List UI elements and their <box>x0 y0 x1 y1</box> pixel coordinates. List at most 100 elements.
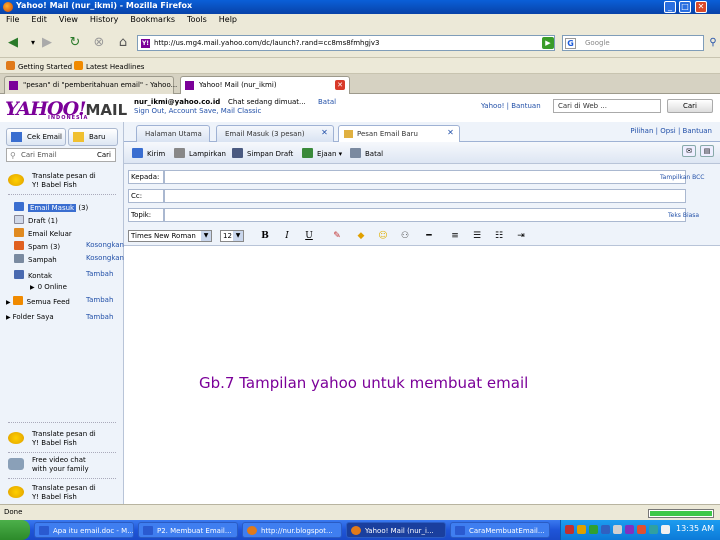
task-item-1[interactable]: Apa itu email.doc - M... <box>34 522 134 538</box>
close-tab-icon[interactable]: ✕ <box>446 129 455 138</box>
text-color-icon[interactable]: ✎ <box>330 230 344 243</box>
start-button[interactable] <box>0 520 30 540</box>
empty-trash-link[interactable]: Kosongkan <box>86 254 124 262</box>
tray-icon-9[interactable] <box>661 525 670 534</box>
check-mail-button[interactable]: Cek Email <box>6 128 66 146</box>
new-button[interactable]: Baru <box>68 128 118 146</box>
font-family-select[interactable]: Times New Roman ▼ <box>128 230 212 242</box>
tray-icon-8[interactable] <box>649 525 658 534</box>
web-search-input[interactable]: Cari di Web ... <box>553 99 661 113</box>
stationery-icon[interactable]: ⚇ <box>398 230 412 243</box>
close-tab-icon[interactable]: ✕ <box>335 80 345 90</box>
task-item-5[interactable]: CaraMembuatEmail... <box>450 522 550 538</box>
bullet-list-icon[interactable]: ☷ <box>492 230 506 243</box>
tab-inbox[interactable]: Email Masuk (3 pesan) ✕ <box>216 125 334 142</box>
font-size-select[interactable]: 12 ▼ <box>220 230 244 242</box>
browser-tab-2[interactable]: Yahoo! Mail (nur_ikmi) ✕ <box>180 76 350 94</box>
folder-draft[interactable]: Draft (1) <box>14 215 58 225</box>
add-folder-link[interactable]: Tambah <box>86 313 113 321</box>
stop-icon[interactable]: ⊗ <box>90 35 108 51</box>
menu-tools[interactable]: Tools <box>181 14 213 24</box>
folder-inbox[interactable]: Email Masuk (3) <box>14 202 88 212</box>
url-bar[interactable]: Y! http://us.mg4.mail.yahoo.com/dc/launc… <box>137 35 555 51</box>
italic-icon[interactable]: I <box>280 230 294 243</box>
menu-view[interactable]: View <box>53 14 84 24</box>
back-arrow-icon[interactable]: ◀ <box>4 35 22 51</box>
window-title-bar[interactable]: Yahoo! Mail (nur_ikmi) - Mozilla Firefox… <box>0 0 720 14</box>
subject-field[interactable] <box>164 208 686 222</box>
menu-file[interactable]: File <box>0 14 25 24</box>
folder-sent[interactable]: Email Keluar <box>14 228 72 238</box>
add-contact-link[interactable]: Tambah <box>86 270 113 278</box>
task-item-3[interactable]: http://nur.blogspot... <box>242 522 342 538</box>
layout-icon[interactable]: ▤ <box>700 145 714 157</box>
reload-icon[interactable]: ↻ <box>66 35 84 51</box>
bookmark-getting-started[interactable]: Getting Started <box>6 61 72 71</box>
online-contacts[interactable]: ▶ 0 Online <box>30 283 67 291</box>
compose-header-form: Kepada: Tampilkan BCC Cc: Topik: Teks Bi… <box>124 164 720 228</box>
inbox-icon <box>14 202 24 211</box>
show-bcc-link[interactable]: Tampilkan BCC <box>660 174 704 181</box>
align-icon[interactable]: ≡ <box>448 230 462 243</box>
go-arrow-icon[interactable]: ▶ <box>542 37 554 49</box>
google-icon[interactable]: G <box>565 38 576 49</box>
send-button[interactable]: Kirim <box>132 148 165 158</box>
home-icon[interactable]: ⌂ <box>114 35 132 51</box>
horizontal-line-icon[interactable]: ━ <box>422 230 436 243</box>
to-label[interactable]: Kepada: <box>128 170 164 184</box>
options-links[interactable]: Pilihan | Opsi | Bantuan <box>630 127 712 135</box>
menu-edit[interactable]: Edit <box>25 14 53 24</box>
cancel-button[interactable]: Batal <box>350 148 383 158</box>
forward-arrow-icon[interactable]: ▶ <box>38 35 56 51</box>
tray-icon-7[interactable] <box>637 525 646 534</box>
bookmark-latest-headlines[interactable]: Latest Headlines <box>74 61 144 71</box>
highlight-icon[interactable]: ◆ <box>354 230 368 243</box>
menu-bookmarks[interactable]: Bookmarks <box>124 14 181 24</box>
mail-search-button[interactable]: Cari <box>97 151 111 159</box>
close-tab-icon[interactable]: ✕ <box>320 129 329 138</box>
search-engine-box[interactable]: G Google <box>562 35 704 51</box>
to-field[interactable] <box>164 170 686 184</box>
attach-button[interactable]: Lampirkan <box>174 148 226 158</box>
cc-label[interactable]: Cc: <box>128 189 164 203</box>
cc-field[interactable] <box>164 189 686 203</box>
search-magnifier-icon[interactable]: ⚲ <box>704 35 720 51</box>
spellcheck-button[interactable]: Ejaan ▾ <box>302 148 342 158</box>
menu-help[interactable]: Help <box>213 14 243 24</box>
bold-icon[interactable]: B <box>258 230 272 243</box>
minimize-button[interactable]: _ <box>664 1 676 13</box>
numbered-list-icon[interactable]: ☰ <box>470 230 484 243</box>
yahoo-top-links[interactable]: Yahoo! | Bantuan <box>481 102 541 110</box>
menu-history[interactable]: History <box>84 14 124 24</box>
my-folders[interactable]: ▶ Folder Saya <box>6 313 54 321</box>
add-feed-link[interactable]: Tambah <box>86 296 113 304</box>
folder-contacts[interactable]: Kontak <box>14 270 52 280</box>
mail-search-input[interactable]: ⚲ Cari Email Cari <box>6 148 116 162</box>
tray-icon-1[interactable] <box>565 525 574 534</box>
folder-spam[interactable]: Spam (3) <box>14 241 60 251</box>
maximize-button[interactable]: □ <box>679 1 691 13</box>
account-links[interactable]: Sign Out, Account Save, Mail Classic <box>134 107 261 115</box>
emoticon-icon[interactable]: ☺ <box>376 230 390 243</box>
folder-feeds[interactable]: ▶ Semua Feed <box>6 296 70 306</box>
tray-icon-3[interactable] <box>589 525 598 534</box>
underline-icon[interactable]: U <box>302 230 316 243</box>
close-window-button[interactable]: ✕ <box>695 1 707 13</box>
indent-icon[interactable]: ⇥ <box>514 230 528 243</box>
tray-icon-4[interactable] <box>601 525 610 534</box>
compact-view-icon[interactable]: ✉ <box>682 145 696 157</box>
browser-tab-1[interactable]: "pesan" di "pemberitahuan email" - Yahoo… <box>4 76 177 94</box>
web-search-button[interactable]: Cari <box>667 99 713 113</box>
task-item-2[interactable]: P2. Membuat Email... <box>138 522 238 538</box>
task-item-4[interactable]: Yahoo! Mail (nur_i... <box>346 522 446 538</box>
tray-icon-5[interactable] <box>613 525 622 534</box>
tray-icon-2[interactable] <box>577 525 586 534</box>
save-draft-button[interactable]: Simpan Draft <box>232 148 293 158</box>
tray-icon-6[interactable] <box>625 525 634 534</box>
tab-home[interactable]: Halaman Utama <box>136 125 210 142</box>
chat-cancel-link[interactable]: Batal <box>318 98 336 106</box>
folder-trash[interactable]: Sampah <box>14 254 57 264</box>
tab-new-message[interactable]: Pesan Email Baru ✕ <box>338 125 460 143</box>
empty-spam-link[interactable]: Kosongkan <box>86 241 124 249</box>
plain-text-link[interactable]: Teks Biasa <box>668 212 699 219</box>
